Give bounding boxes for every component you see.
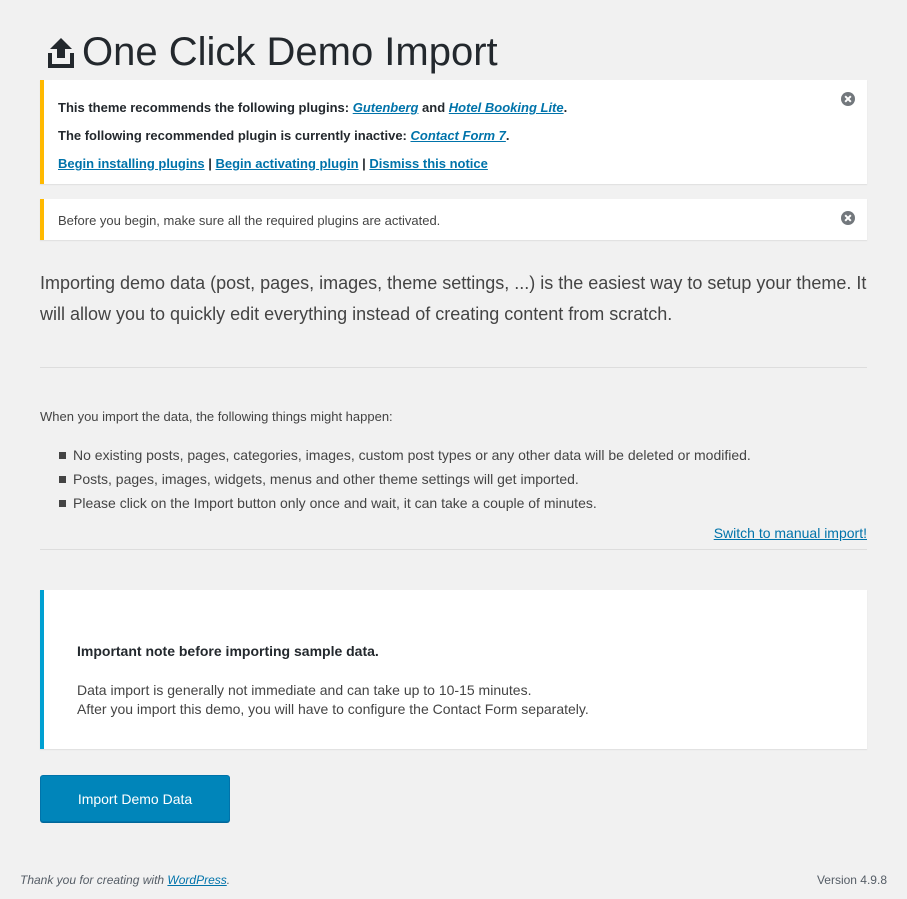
page-title-text: One Click Demo Import <box>82 29 498 74</box>
upload-icon <box>46 35 76 69</box>
recommended-plugins-notice: This theme recommends the following plug… <box>40 80 867 184</box>
important-note-box: Important note before importing sample d… <box>40 590 867 749</box>
list-item: Please click on the Import button only o… <box>58 491 751 515</box>
notice-actions: Begin installing plugins | Begin activat… <box>58 156 488 171</box>
gutenberg-link[interactable]: Gutenberg <box>353 100 419 115</box>
divider <box>40 367 867 368</box>
important-note-line-2: After you import this demo, you will hav… <box>77 701 589 717</box>
dismiss-notice-link[interactable]: Dismiss this notice <box>369 156 487 171</box>
import-demo-data-button[interactable]: Import Demo Data <box>40 775 230 822</box>
list-item: No existing posts, pages, categories, im… <box>58 443 751 467</box>
important-note-line-1: Data import is generally not immediate a… <box>77 682 532 698</box>
happen-heading: When you import the data, the following … <box>40 409 393 424</box>
dismiss-close-icon[interactable] <box>841 211 855 225</box>
notice-line-recommends: This theme recommends the following plug… <box>58 100 568 115</box>
before-you-begin-notice: Before you begin, make sure all the requ… <box>40 199 867 240</box>
footer-thanks: Thank you for creating with WordPress. <box>20 873 231 887</box>
contact-form-7-link[interactable]: Contact Form 7 <box>411 128 506 143</box>
important-note-title: Important note before importing sample d… <box>77 643 379 659</box>
wordpress-link[interactable]: WordPress <box>167 873 226 887</box>
switch-to-manual-import-link[interactable]: Switch to manual import! <box>714 525 867 541</box>
divider <box>40 549 867 550</box>
list-item: Posts, pages, images, widgets, menus and… <box>58 467 751 491</box>
begin-installing-plugins-link[interactable]: Begin installing plugins <box>58 156 205 171</box>
happen-list: No existing posts, pages, categories, im… <box>58 443 751 515</box>
footer-version: Version 4.9.8 <box>816 873 887 887</box>
hotel-booking-lite-link[interactable]: Hotel Booking Lite <box>449 100 564 115</box>
begin-activating-plugin-link[interactable]: Begin activating plugin <box>216 156 359 171</box>
intro-text: Importing demo data (post, pages, images… <box>40 273 867 324</box>
before-you-begin-text: Before you begin, make sure all the requ… <box>58 213 441 228</box>
page-title: One Click Demo Import <box>46 28 498 76</box>
notice-line-inactive: The following recommended plugin is curr… <box>58 128 510 143</box>
dismiss-close-icon[interactable] <box>841 92 855 106</box>
